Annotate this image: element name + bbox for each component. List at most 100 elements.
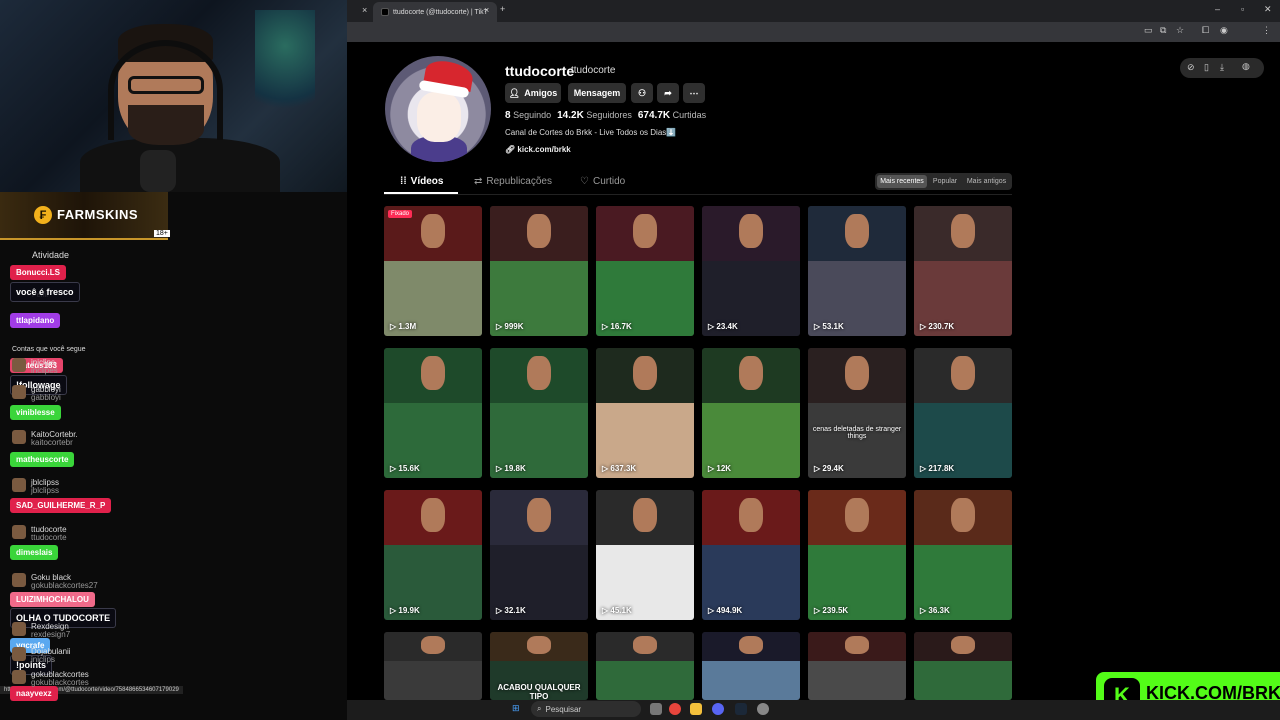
translate-icon[interactable]: ⧉ xyxy=(1160,25,1166,36)
following-stat[interactable]: 8 Seguindo xyxy=(505,110,551,121)
repost-icon: ⇄ xyxy=(474,176,483,187)
account-handle: gabbloyi xyxy=(31,393,61,402)
account-avatar[interactable] xyxy=(12,622,26,636)
account-avatar[interactable] xyxy=(12,385,26,399)
browser-tab[interactable]: ttudocorte (@ttudocorte) | TikT xyxy=(373,2,497,22)
video-view-count: ▷ 12K xyxy=(708,464,731,473)
video-thumbnail[interactable]: ▷ 637.3K xyxy=(596,348,694,478)
views-text: 36.3K xyxy=(928,606,950,615)
friends-label: Amigos xyxy=(524,88,558,98)
close-tab-icon[interactable]: × xyxy=(362,5,367,15)
ellipsis-icon: ⋯ xyxy=(689,87,699,98)
account-avatar[interactable] xyxy=(12,525,26,539)
video-thumbnail[interactable]: ▷ 12K xyxy=(702,348,800,478)
share-button[interactable]: ➦ xyxy=(657,83,679,103)
cast-icon[interactable]: ▭ xyxy=(1144,25,1153,36)
pinned-badge: Fixado xyxy=(388,210,413,218)
video-thumbnail[interactable]: ▷ 32.1K xyxy=(490,490,588,620)
window-close-icon[interactable]: ✕ xyxy=(1264,4,1272,15)
video-thumbnail[interactable]: ▷ 36.3K xyxy=(914,490,1012,620)
maximize-icon[interactable]: ▫ xyxy=(1241,4,1244,14)
video-thumbnail[interactable]: ▷ 19.9K xyxy=(384,490,482,620)
video-thumbnail[interactable]: Fixado ▷ 1.3M xyxy=(384,206,482,336)
video-thumbnail[interactable]: ▷ 53.1K xyxy=(808,206,906,336)
account-handle: jblclipss xyxy=(31,486,60,495)
account-avatar[interactable] xyxy=(12,573,26,587)
video-thumbnail[interactable] xyxy=(596,632,694,700)
download-icon[interactable]: ⤓ xyxy=(1220,62,1224,73)
account-avatar[interactable] xyxy=(12,670,26,684)
file-explorer-icon[interactable] xyxy=(690,703,702,715)
user-icon: 👤︎ xyxy=(508,87,521,98)
views-text: 32.1K xyxy=(504,606,526,615)
friends-button[interactable]: 👤︎ Amigos xyxy=(505,83,561,103)
profile-icon[interactable]: ◉ xyxy=(1220,25,1228,36)
user-avatar-icon[interactable]: ◍ xyxy=(1242,61,1250,72)
account-avatar[interactable] xyxy=(12,647,26,661)
video-thumbnail[interactable]: ▷ 999K xyxy=(490,206,588,336)
video-thumbnail[interactable]: ▷ 19.8K xyxy=(490,348,588,478)
followers-stat[interactable]: 14.2K Seguidores xyxy=(557,110,632,121)
views-text: 637.3K xyxy=(610,464,637,473)
video-thumbnail[interactable] xyxy=(808,632,906,700)
new-tab-icon[interactable]: + xyxy=(500,4,505,14)
phone-icon[interactable]: ▯ xyxy=(1204,62,1209,73)
video-view-count: ▷ 29.4K xyxy=(814,464,844,473)
tab-videos[interactable]: ⁞⁞ Vídeos xyxy=(400,176,443,187)
views-text: 12K xyxy=(716,464,732,473)
compass-icon[interactable]: ⊘ xyxy=(1187,62,1195,73)
tab-reposts[interactable]: ⇄ Republicações xyxy=(474,176,552,187)
sponsor-name: FARMSKINS xyxy=(57,207,139,222)
menu-icon[interactable]: ⋮ xyxy=(1262,25,1271,36)
message-button[interactable]: Mensagem xyxy=(568,83,626,103)
suggested-accounts-button[interactable]: ⚇ xyxy=(631,83,653,103)
tab-liked[interactable]: ♡ Curtido xyxy=(580,176,625,187)
steam-icon[interactable] xyxy=(735,703,747,715)
profile-stats: 8 Seguindo 14.2K Seguidores 674.7K Curti… xyxy=(505,110,706,121)
video-thumbnail[interactable]: ACABOU QUALQUER TIPO xyxy=(490,632,588,700)
browser-toolbar xyxy=(347,22,1280,42)
profile-avatar[interactable] xyxy=(385,56,491,162)
account-avatar[interactable] xyxy=(12,478,26,492)
video-thumbnail[interactable]: ▷ 16.7K xyxy=(596,206,694,336)
video-thumbnail[interactable] xyxy=(702,632,800,700)
extensions-icon[interactable]: ⧠ xyxy=(1202,25,1209,36)
video-thumbnail[interactable]: ▷ 494.9K xyxy=(702,490,800,620)
tiktok-favicon-icon xyxy=(381,8,389,16)
video-thumbnail[interactable]: ▷ 15.6K xyxy=(384,348,482,478)
video-thumbnail[interactable]: cenas deletadas de stranger things ▷ 29.4… xyxy=(808,348,906,478)
sort-latest[interactable]: Mais recentes xyxy=(877,175,927,188)
video-thumbnail[interactable]: ▷ 217.8K xyxy=(914,348,1012,478)
tab-close-icon[interactable]: × xyxy=(484,5,489,15)
link-icon: 🔗︎ xyxy=(505,145,516,154)
video-view-count: ▷ 19.9K xyxy=(390,606,420,615)
profile-bio: Canal de Cortes do Brkk - Live Todos os … xyxy=(505,128,677,137)
more-options-button[interactable]: ⋯ xyxy=(683,83,705,103)
profile-link[interactable]: 🔗︎ kick.com/brkk xyxy=(505,145,571,154)
account-avatar[interactable] xyxy=(12,430,26,444)
sort-oldest[interactable]: Mais antigos xyxy=(963,175,1010,188)
sort-popular[interactable]: Popular xyxy=(930,175,960,188)
account-avatar[interactable] xyxy=(12,358,26,372)
task-view-icon[interactable] xyxy=(650,703,662,715)
video-thumbnail[interactable] xyxy=(384,632,482,700)
bookmark-star-icon[interactable]: ☆ xyxy=(1176,25,1184,36)
chrome-icon[interactable] xyxy=(669,703,681,715)
discord-icon[interactable] xyxy=(712,703,724,715)
heart-icon: ♡ xyxy=(580,176,589,187)
minimize-icon[interactable]: – xyxy=(1215,4,1220,14)
windows-start-icon[interactable]: ⊞ xyxy=(512,703,520,714)
video-thumbnail[interactable] xyxy=(914,632,1012,700)
add-user-icon: ⚇ xyxy=(637,87,647,98)
webcam-feed xyxy=(0,0,347,192)
video-thumbnail[interactable]: ▷ 239.5K xyxy=(808,490,906,620)
chat-username-badge: dimeslais xyxy=(10,545,59,560)
video-thumbnail[interactable]: ▷ 23.4K xyxy=(702,206,800,336)
video-caption-overlay: cenas deletadas de stranger things xyxy=(812,426,902,440)
taskbar-search[interactable]: ⌕ Pesquisar xyxy=(531,701,641,717)
video-thumbnail[interactable]: ▷ 230.7K xyxy=(914,206,1012,336)
settings-icon[interactable] xyxy=(757,703,769,715)
account-handle: iniclips xyxy=(31,655,56,664)
video-thumbnail[interactable]: ▷ 45.1K xyxy=(596,490,694,620)
views-text: 19.9K xyxy=(398,606,420,615)
